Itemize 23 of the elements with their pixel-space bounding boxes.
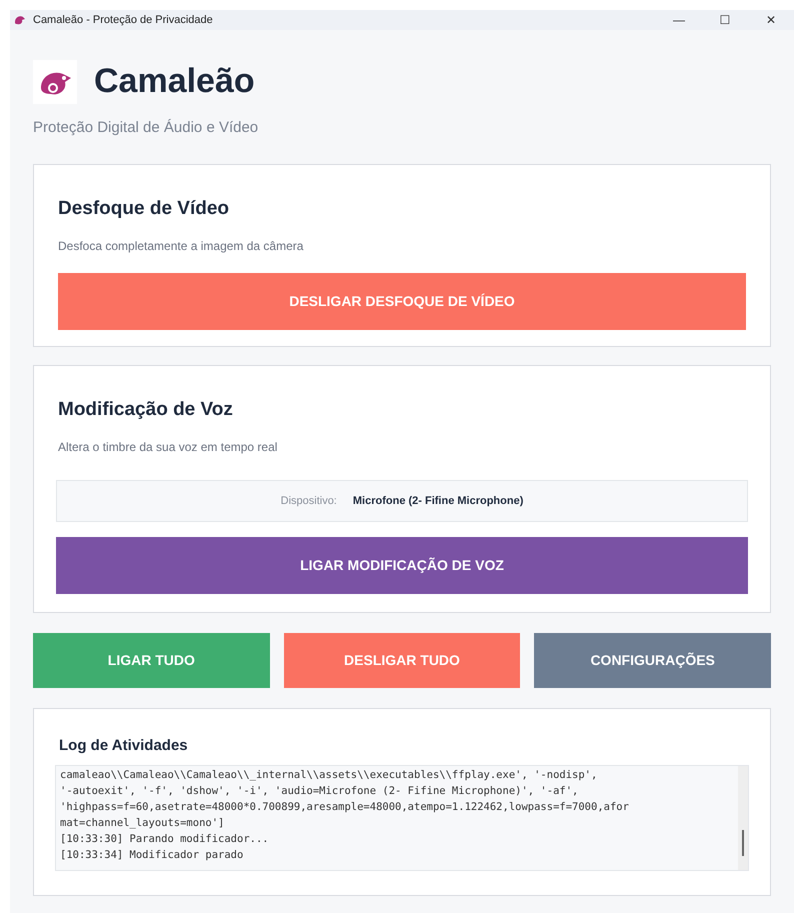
card-description: Desfoca completamente a imagem da câmera	[58, 238, 304, 255]
card-title: Desfoque de Vídeo	[58, 196, 230, 220]
log-line: [10:33:34] Modificador parado	[60, 848, 244, 863]
close-button[interactable]: ✕	[748, 10, 794, 30]
chameleon-logo-icon	[33, 60, 77, 104]
voice-modifier-button[interactable]: LIGAR MODIFICAÇÃO DE VOZ	[56, 537, 748, 594]
app-subtitle: Proteção Digital de Áudio e Vídeo	[33, 118, 260, 138]
maximize-button[interactable]: ☐	[702, 10, 748, 30]
minimize-button[interactable]: —	[656, 10, 702, 30]
log-line: mat=channel_layouts=mono']	[60, 816, 226, 831]
card-title: Modificação de Voz	[58, 398, 234, 422]
app-title: Camaleão	[94, 61, 255, 102]
log-line: '-autoexit', '-f', 'dshow', '-i', 'audio=Microfone (2- Fifine Microphone)', '-af',	[60, 784, 580, 799]
log-line: 'highpass=f=60,asetrate=48000*0.700899,aresample=48000,atempo=1.122462,lowpass=f=7000,afor	[60, 800, 630, 815]
action-button[interactable]: CONFIGURAÇÕES	[534, 632, 771, 688]
log-line: camaleao\\Camaleao\\Camaleao\\_internal\\assets\\executables\\ffplay.exe', '-nodisp',	[60, 768, 598, 783]
scrollbar[interactable]	[738, 766, 748, 870]
card-description: Altera o timbre da sua voz em tempo real	[58, 439, 278, 456]
device-value: Microfone (2- Fifine Microphone)	[352, 494, 524, 509]
log-line: [10:33:30] Parando modificador...	[60, 832, 270, 847]
device-label: Dispositivo:	[280, 494, 337, 509]
log-title: Log de Atividades	[59, 736, 189, 756]
window-title: Camaleão - Proteção de Privacidade	[33, 12, 213, 28]
